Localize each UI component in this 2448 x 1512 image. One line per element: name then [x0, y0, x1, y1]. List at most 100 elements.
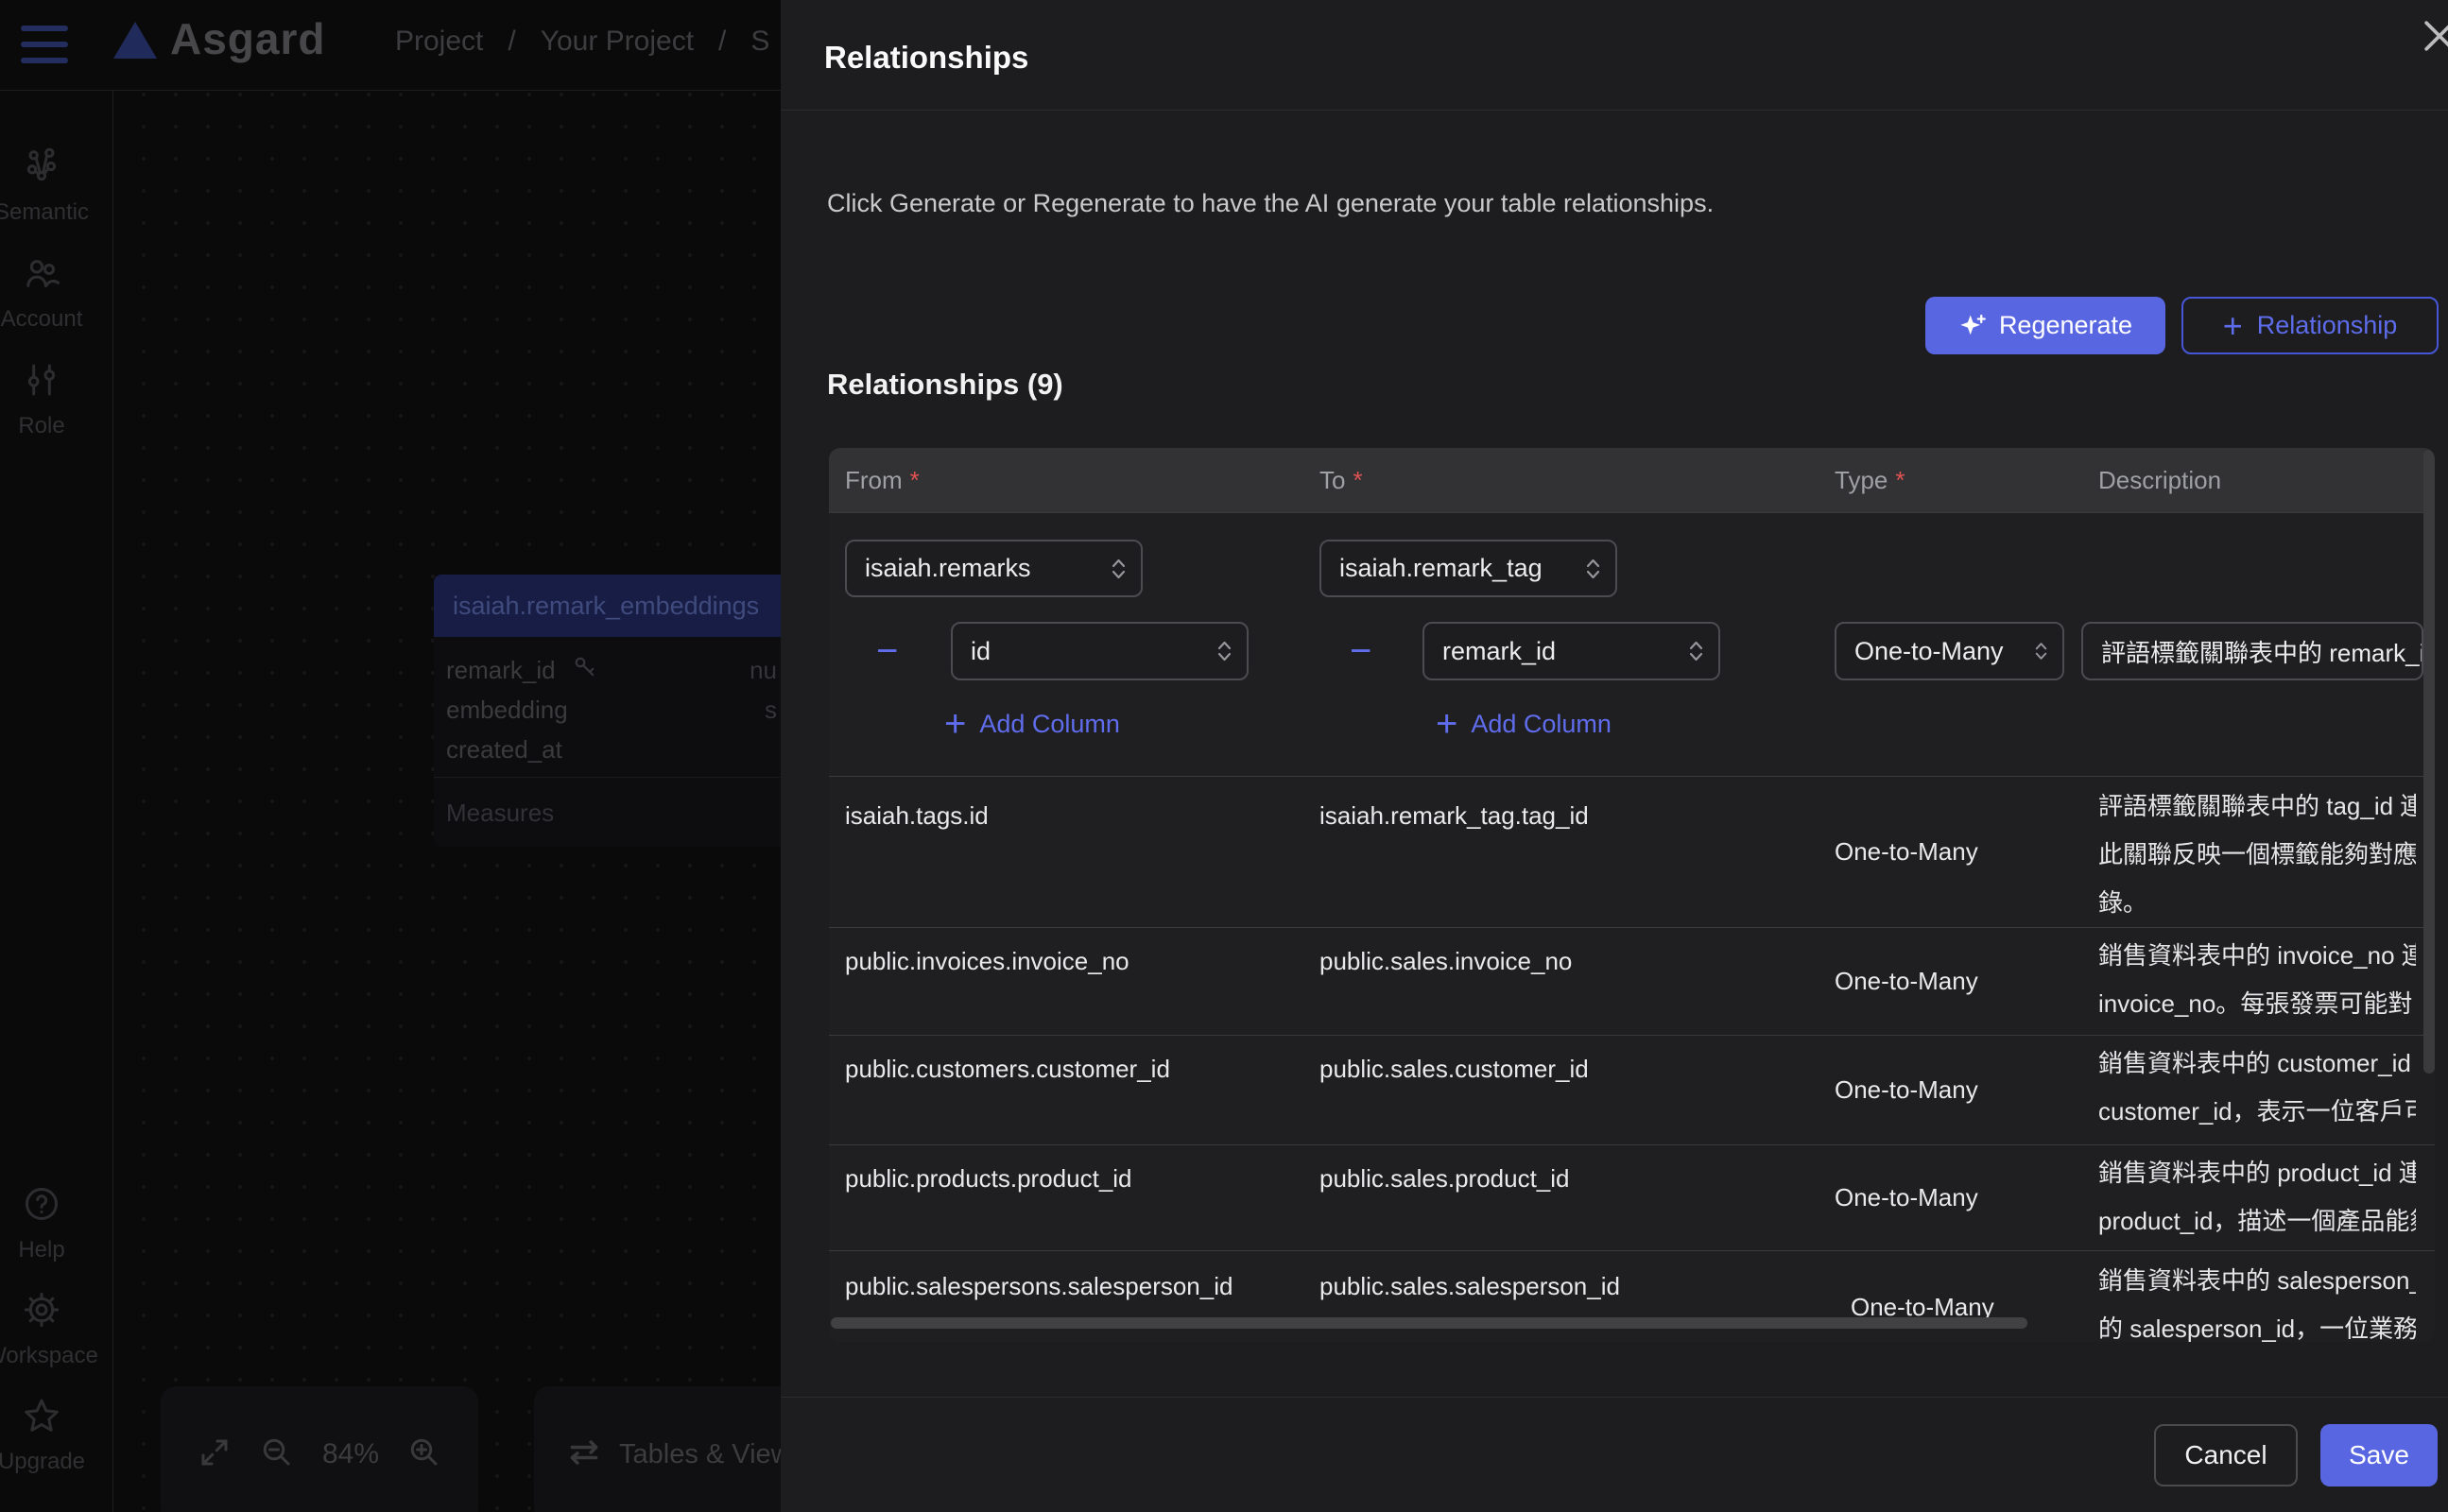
semantic-network-icon	[23, 147, 60, 190]
regenerate-label: Regenerate	[1999, 311, 2132, 340]
zoom-controls-panel: 84%	[161, 1386, 478, 1512]
type-value: One-to-Many	[1819, 777, 2082, 927]
sidebar-item-label: Workspace	[0, 1343, 98, 1369]
add-relationship-label: Relationship	[2257, 311, 2398, 340]
modal-footer: Cancel Save	[781, 1397, 2448, 1512]
table-card-remark-embeddings[interactable]: isaiah.remark_embeddings remark_id nu em…	[434, 575, 788, 847]
table-card-title: isaiah.remark_embeddings	[453, 592, 759, 621]
account-people-icon	[23, 254, 60, 297]
to-column-select[interactable]: remark_id	[1422, 622, 1720, 680]
required-marker: *	[1353, 466, 1362, 494]
to-value: public.sales.invoice_no	[1303, 928, 1819, 1035]
table-card-column-row: created_at	[434, 730, 788, 769]
zoom-in-icon[interactable]	[407, 1435, 441, 1474]
sidebar-item-label: Upgrade	[0, 1449, 85, 1475]
sidebar-item-workspace[interactable]: Workspace	[0, 1291, 96, 1369]
primary-key-icon	[571, 653, 599, 688]
remove-to-column-icon[interactable]: −	[1350, 632, 1371, 670]
table-card-measures-label: Measures	[446, 799, 788, 828]
sidebar-item-help[interactable]: Help	[0, 1185, 96, 1263]
breadcrumb-project[interactable]: Project	[395, 26, 483, 58]
to-table-select[interactable]: isaiah.remark_tag	[1319, 540, 1617, 597]
horizontal-scrollbar[interactable]	[831, 1317, 2027, 1329]
from-value: public.invoices.invoice_no	[829, 928, 1303, 1035]
modal-description: Click Generate or Regenerate to have the…	[827, 189, 1714, 218]
to-value: isaiah.remark_tag.tag_id	[1303, 777, 1819, 927]
from-column-select[interactable]: id	[951, 622, 1249, 680]
required-marker: *	[1895, 466, 1905, 494]
star-icon	[23, 1397, 60, 1439]
breadcrumb-separator: /	[508, 26, 515, 58]
type-value: One-to-Many	[1819, 1036, 2082, 1144]
chevron-updown-icon	[1689, 639, 1703, 663]
table-card-header: isaiah.remark_embeddings	[434, 575, 788, 637]
description-value: 銷售資料表中的 salesperson_ 的 salesperson_id，一位…	[2082, 1251, 2435, 1342]
description-value: 銷售資料表中的 product_id 連 product_id，描述一個產品能夠	[2082, 1145, 2435, 1250]
breadcrumb-schema[interactable]: S	[750, 26, 769, 58]
table-card-divider	[434, 777, 788, 778]
description-value: 評語標籤關聯表中的 tag_id 連 此關聯反映一個標籤能夠對應 錄。	[2082, 777, 2435, 927]
relationships-count-heading: Relationships (9)	[827, 368, 1063, 402]
relationships-table: From* To* Type* Description isaiah.remar…	[829, 448, 2435, 1342]
table-card-column-row: remark_id nu	[434, 650, 788, 690]
remove-from-column-icon[interactable]: −	[876, 632, 898, 670]
tables-views-label: Tables & View	[619, 1439, 791, 1470]
description-value: 銷售資料表中的 invoice_no 連 invoice_no。每張發票可能對	[2082, 928, 2435, 1035]
menu-icon[interactable]	[21, 26, 68, 63]
zoom-level: 84%	[322, 1438, 379, 1470]
from-value: public.customers.customer_id	[829, 1036, 1303, 1144]
vertical-scrollbar[interactable]	[2423, 450, 2435, 1074]
help-icon	[23, 1185, 60, 1228]
type-select[interactable]: One-to-Many	[1835, 622, 2064, 680]
fit-view-icon[interactable]	[198, 1435, 232, 1474]
from-value: public.products.product_id	[829, 1145, 1303, 1250]
sidebar-item-semantic[interactable]: Semantic	[0, 147, 96, 226]
sidebar-item-label: Help	[18, 1237, 64, 1263]
breadcrumb-your-project[interactable]: Your Project	[541, 26, 694, 58]
sidebar-item-label: Semantic	[0, 199, 89, 226]
breadcrumb-separator: /	[718, 26, 726, 58]
table-header-row: From* To* Type* Description	[829, 448, 2435, 512]
relationship-row[interactable]: public.products.product_id public.sales.…	[829, 1144, 2435, 1250]
role-sliders-icon	[23, 361, 60, 404]
to-value: public.sales.product_id	[1303, 1145, 1819, 1250]
sidebar-item-label: Account	[1, 306, 83, 333]
description-input[interactable]: 評語標籤關聯表中的 remark_id	[2081, 622, 2423, 680]
modal-header: Relationships	[781, 0, 2448, 111]
chevron-updown-icon	[2035, 640, 2047, 662]
sidebar-item-account[interactable]: Account	[0, 254, 96, 333]
sparkles-icon	[1958, 312, 1987, 340]
cancel-button[interactable]: Cancel	[2154, 1424, 2298, 1486]
chevron-updown-icon	[1586, 557, 1600, 581]
add-to-column-button[interactable]: + Add Column	[1436, 705, 1612, 743]
relationship-row[interactable]: public.invoices.invoice_no public.sales.…	[829, 927, 2435, 1035]
close-icon[interactable]	[2421, 17, 2448, 55]
to-value: public.sales.customer_id	[1303, 1036, 1819, 1144]
add-relationship-button[interactable]: + Relationship	[2181, 297, 2439, 354]
save-button[interactable]: Save	[2320, 1424, 2438, 1486]
chevron-updown-icon	[1112, 557, 1126, 581]
zoom-out-icon[interactable]	[260, 1435, 294, 1474]
swap-arrows-icon	[566, 1435, 602, 1475]
plus-icon: +	[1436, 705, 1457, 743]
sidebar-item-upgrade[interactable]: Upgrade	[0, 1397, 96, 1475]
from-value: isaiah.tags.id	[829, 777, 1303, 927]
table-card-body: remark_id nu embedding s created_at Meas…	[434, 637, 788, 847]
chevron-updown-icon	[1217, 639, 1232, 663]
relationship-edit-row: isaiah.remarks isaiah.remark_tag − id − …	[829, 512, 2435, 776]
relationships-modal: Relationships Click Generate or Regenera…	[781, 0, 2448, 1512]
sidebar-item-role[interactable]: Role	[0, 361, 96, 439]
regenerate-button[interactable]: Regenerate	[1925, 297, 2165, 354]
relationship-row[interactable]: public.customers.customer_id public.sale…	[829, 1035, 2435, 1144]
add-from-column-button[interactable]: + Add Column	[944, 705, 1120, 743]
sidebar: Semantic Account Role Help	[0, 91, 113, 1512]
type-value: One-to-Many	[1819, 928, 2082, 1035]
plus-icon: +	[2223, 309, 2243, 343]
brand-title: Asgard	[170, 13, 325, 64]
from-table-select[interactable]: isaiah.remarks	[845, 540, 1143, 597]
required-marker: *	[910, 466, 920, 494]
relationship-row[interactable]: isaiah.tags.id isaiah.remark_tag.tag_id …	[829, 776, 2435, 927]
sidebar-item-label: Role	[18, 413, 64, 439]
gear-icon	[23, 1291, 60, 1333]
description-value: 銷售資料表中的 customer_id 連 customer_id，表示一位客戶…	[2082, 1036, 2435, 1144]
